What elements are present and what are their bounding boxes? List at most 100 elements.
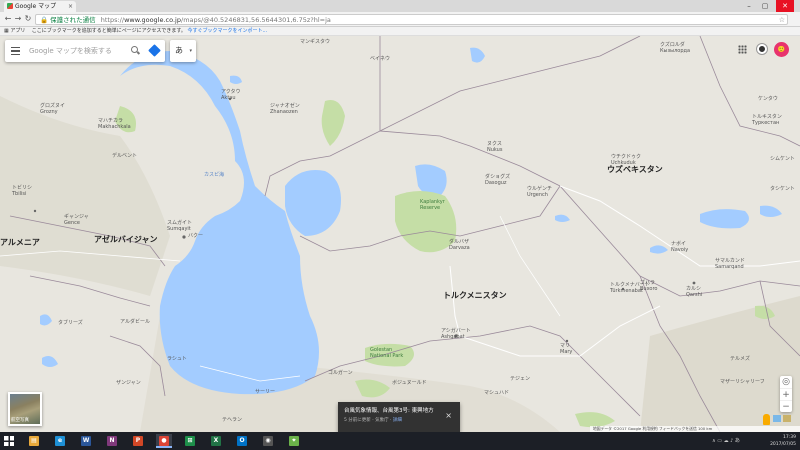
directions-icon[interactable] [148,44,161,57]
label-azerbaijan[interactable]: アゼルバイジャン [94,236,157,244]
clock-date: 2017/07/05 [770,442,796,447]
label-gorgan[interactable]: ゴルガーン [328,370,353,376]
label-caspian-sea[interactable]: カスピ海 [204,172,224,178]
label-karshi[interactable]: カルシ Qarshi [686,286,702,298]
label-kentau[interactable]: ケンタウ [758,96,778,102]
satellite-label: 航空写真 [11,418,29,423]
file-explorer-icon: ▤ [29,436,39,446]
forward-button[interactable]: → [13,14,23,24]
taskbar-camera-button[interactable]: ◉ [260,434,276,448]
apps-shortcut-label[interactable]: アプリ [10,28,25,34]
label-ganja[interactable]: ギャンジャ Gence [64,214,89,226]
label-mangystau[interactable]: マンギスタウ [300,39,330,45]
label-tashkent[interactable]: タシケント [770,186,795,192]
taskbar-chrome-button[interactable]: ● [156,434,172,448]
label-nukus[interactable]: ヌクス Nukus [487,141,502,153]
label-janaozen[interactable]: ジャナオゼン Zhanaozen [270,103,300,115]
label-samarkand[interactable]: サマルカンド Samarqand [715,258,745,270]
label-termez[interactable]: テルメズ [730,356,750,362]
label-uzbekistan[interactable]: ウズベキスタン [607,166,663,174]
label-tehran[interactable]: テヘラン [222,417,242,423]
taskbar-outlook-button[interactable]: O [234,434,250,448]
label-turkestan[interactable]: トルキスタン Туркестан [752,114,782,126]
label-navoi[interactable]: ナボイ Navoiy [671,241,688,253]
label-grozny[interactable]: グロズヌイ Grozny [40,103,65,115]
taskbar-onenote-button[interactable]: N [104,434,120,448]
photos-layer-icon[interactable] [773,415,781,422]
label-makhachkala[interactable]: マハチカラ Makhachkala [98,118,131,130]
google-maps-favicon-icon [7,3,13,9]
minimize-button[interactable]: – [742,0,756,12]
hamburger-menu-icon[interactable] [11,47,20,55]
label-shymkent[interactable]: シムケント [770,156,795,162]
taskbar-word-button[interactable]: W [78,434,94,448]
label-mazar[interactable]: マザーリシャリーフ [720,379,765,385]
label-turkmenabat[interactable]: トルクメナバート Türkmenabat [610,282,650,294]
label-bojnurd[interactable]: ボジュヌールド [392,380,427,386]
tab-google-maps[interactable]: Google マップ × [4,1,76,12]
label-sari[interactable]: サーリー [255,389,275,395]
label-mashhad[interactable]: マシュハド [484,390,509,396]
map-canvas[interactable]: ウズベキスタン トルクメニスタン アゼルバイジャン アルメニア カスピ海 バクー… [0,36,800,432]
taskbar-maps-app-button[interactable]: ⌖ [286,434,302,448]
label-beyneu[interactable]: ベイネウ [370,56,390,62]
label-sumgait[interactable]: スムガイト Sumqayit [167,220,192,232]
clock[interactable]: 17:39 2017/07/05 [770,434,796,448]
label-tabriz[interactable]: タブリーズ [58,320,83,326]
label-turkmenistan[interactable]: トルクメニスタン [443,292,507,300]
url-input[interactable]: 🔒 保護された通信 https://www.google.co.jp/maps/… [35,14,788,25]
search-icon[interactable] [131,46,138,53]
pegman-icon[interactable] [763,414,770,425]
zoom-in-button[interactable]: + [780,388,792,400]
label-kaplankyr-reserve[interactable]: Kaplankyr Reserve [420,199,452,211]
url-host: www.google.co.jp [124,16,181,24]
outlook-icon: O [237,436,247,446]
label-darvaza[interactable]: ダルバザ Darvaza [449,239,470,251]
label-kyzylorda[interactable]: クズロルダ Кызылорда [660,42,690,54]
label-derbent[interactable]: デルベント [112,153,137,159]
label-dashoguz[interactable]: ダショグズ Dasoguz [485,174,510,186]
satellite-layer-toggle[interactable]: 航空写真 [8,392,42,426]
label-aktau[interactable]: アクタウ Aktau [221,89,241,101]
windows-start-icon[interactable] [4,436,14,446]
label-aktau-en: Aktau [221,95,236,101]
excel-icon: X [211,436,221,446]
zoom-out-button[interactable]: − [780,400,792,412]
taskbar-file-explorer-button[interactable]: ▤ [26,434,42,448]
search-input[interactable] [29,45,125,57]
terrain-layer-icon[interactable] [783,415,791,422]
notifications-icon[interactable] [757,44,767,54]
label-golestan-park[interactable]: Golestan National Park [370,347,408,359]
label-rasht[interactable]: ラシュト [167,356,187,362]
system-tray-icons[interactable]: ∧ ▭ ☁ ♪ あ [712,437,740,444]
label-armenia[interactable]: アルメニア [0,239,40,247]
label-tbilisi[interactable]: トビリシ Tbilisi [12,185,32,197]
taskbar-excel-button[interactable]: X [208,434,224,448]
reload-button[interactable]: ↻ [23,14,33,24]
label-baku[interactable]: バクー [188,233,203,239]
taskbar-powerpoint-button[interactable]: P [130,434,146,448]
label-ashgabat[interactable]: アシガバート Ashgabat [441,328,471,340]
avatar[interactable]: 🙂 [774,42,789,57]
label-mary[interactable]: マリ Mary [560,343,572,355]
tab-close-icon[interactable]: × [68,1,73,12]
toast-close-icon[interactable]: × [445,411,452,420]
import-bookmarks-link[interactable]: 今すぐブックマークをインポート... [187,28,267,34]
toast-details-link[interactable]: 詳細 [393,418,402,423]
my-location-button[interactable]: ◎ [780,376,792,388]
maximize-button[interactable]: ▢ [758,0,772,12]
taskbar-store-button[interactable]: ⊞ [182,434,198,448]
label-ardabil[interactable]: アルダビール [120,319,150,325]
label-urgench[interactable]: ウルゲンチ Urgench [527,186,552,198]
label-samarkand-en: Samarqand [715,264,744,270]
taskbar-ie-button[interactable]: e [52,434,68,448]
back-button[interactable]: ← [3,14,13,24]
label-karshi-en: Qarshi [686,292,703,298]
label-zanjan[interactable]: ザンジャン [116,380,141,386]
label-uchkuduk[interactable]: ウチクドゥク Uchkuduk [611,154,641,166]
close-window-button[interactable]: ✕ [776,0,794,12]
ime-mode-button[interactable]: あ ▾ [170,40,196,62]
bookmark-star-icon[interactable]: ☆ [779,15,785,24]
label-tedzhen[interactable]: テジェン [510,376,530,382]
google-apps-icon[interactable] [738,45,747,54]
